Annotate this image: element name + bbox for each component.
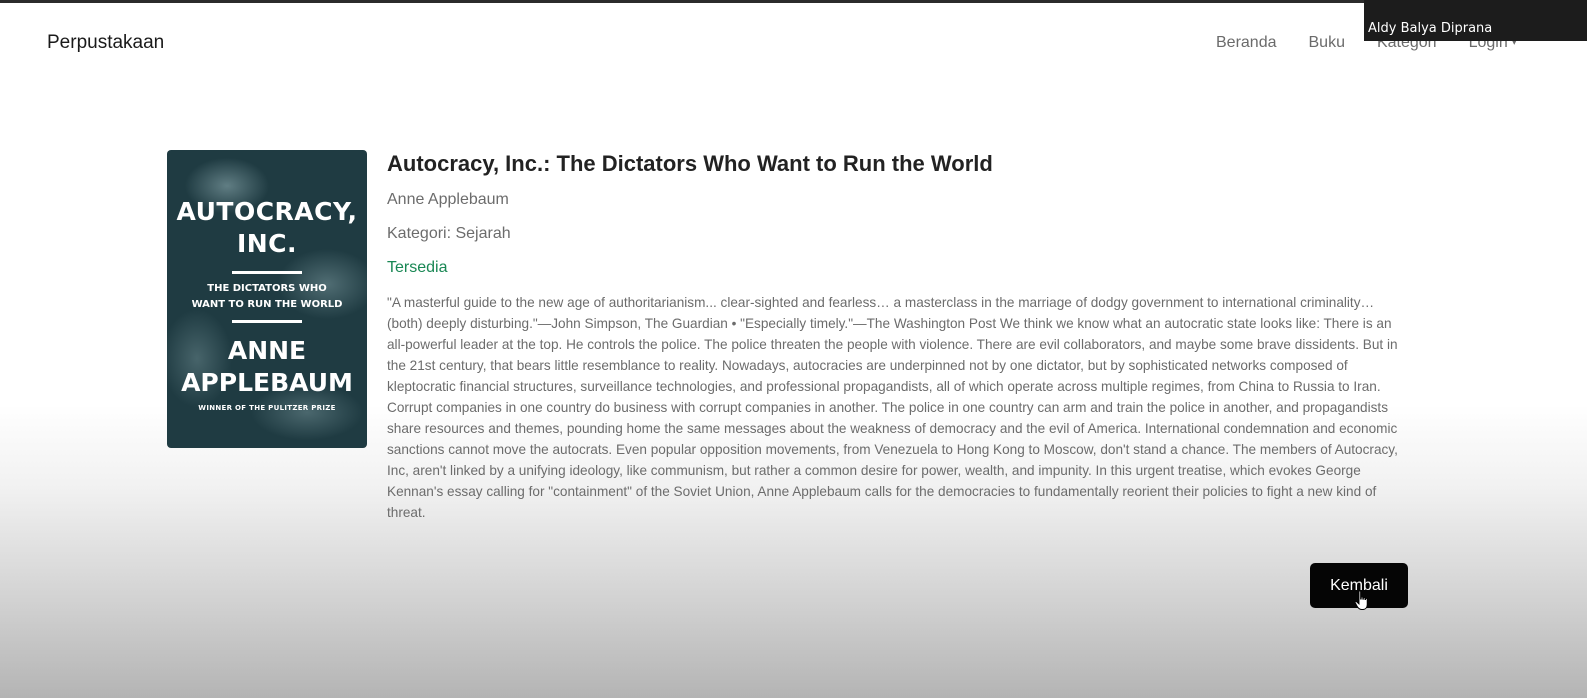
book-category: Kategori: Sejarah xyxy=(387,225,511,242)
cover-subtitle: THE DICTATORS WHO WANT TO RUN THE WORLD xyxy=(167,281,367,313)
video-overlay-username: Aldy Balya Diprana xyxy=(1364,0,1587,41)
book-details: Autocracy, Inc.: The Dictators Who Want … xyxy=(387,150,1407,523)
navbar: Perpustakaan Beranda Buku Kategori Login… xyxy=(0,3,1587,81)
availability-status: Tersedia xyxy=(387,259,448,276)
book-author: Anne Applebaum xyxy=(387,191,509,208)
cover-subtitle-line-1: THE DICTATORS WHO xyxy=(207,283,327,294)
cover-divider-top xyxy=(232,271,302,274)
cover-title-line-2: INC. xyxy=(236,229,298,258)
cover-title: AUTOCRACY, INC. xyxy=(167,196,367,260)
hand-pointer-icon xyxy=(1354,590,1368,610)
book-cover-image: AUTOCRACY, INC. THE DICTATORS WHO WANT T… xyxy=(167,150,367,448)
cover-title-line-1: AUTOCRACY, xyxy=(176,197,358,226)
nav-link-buku[interactable]: Buku xyxy=(1309,34,1345,52)
cover-subtitle-line-2: WANT TO RUN THE WORLD xyxy=(191,299,343,310)
nav-link-beranda[interactable]: Beranda xyxy=(1216,34,1277,52)
cover-author-line-2: APPLEBAUM xyxy=(181,368,353,397)
cover-author-line-1: ANNE xyxy=(227,336,307,365)
book-title: Autocracy, Inc.: The Dictators Who Want … xyxy=(387,151,993,176)
cover-divider-bottom xyxy=(232,320,302,323)
book-description: "A masterful guide to the new age of aut… xyxy=(387,295,1398,520)
cover-prize: WINNER OF THE PULITZER PRIZE xyxy=(198,404,336,412)
cover-author: ANNE APPLEBAUM xyxy=(167,335,367,399)
navbar-brand[interactable]: Perpustakaan xyxy=(47,32,164,54)
